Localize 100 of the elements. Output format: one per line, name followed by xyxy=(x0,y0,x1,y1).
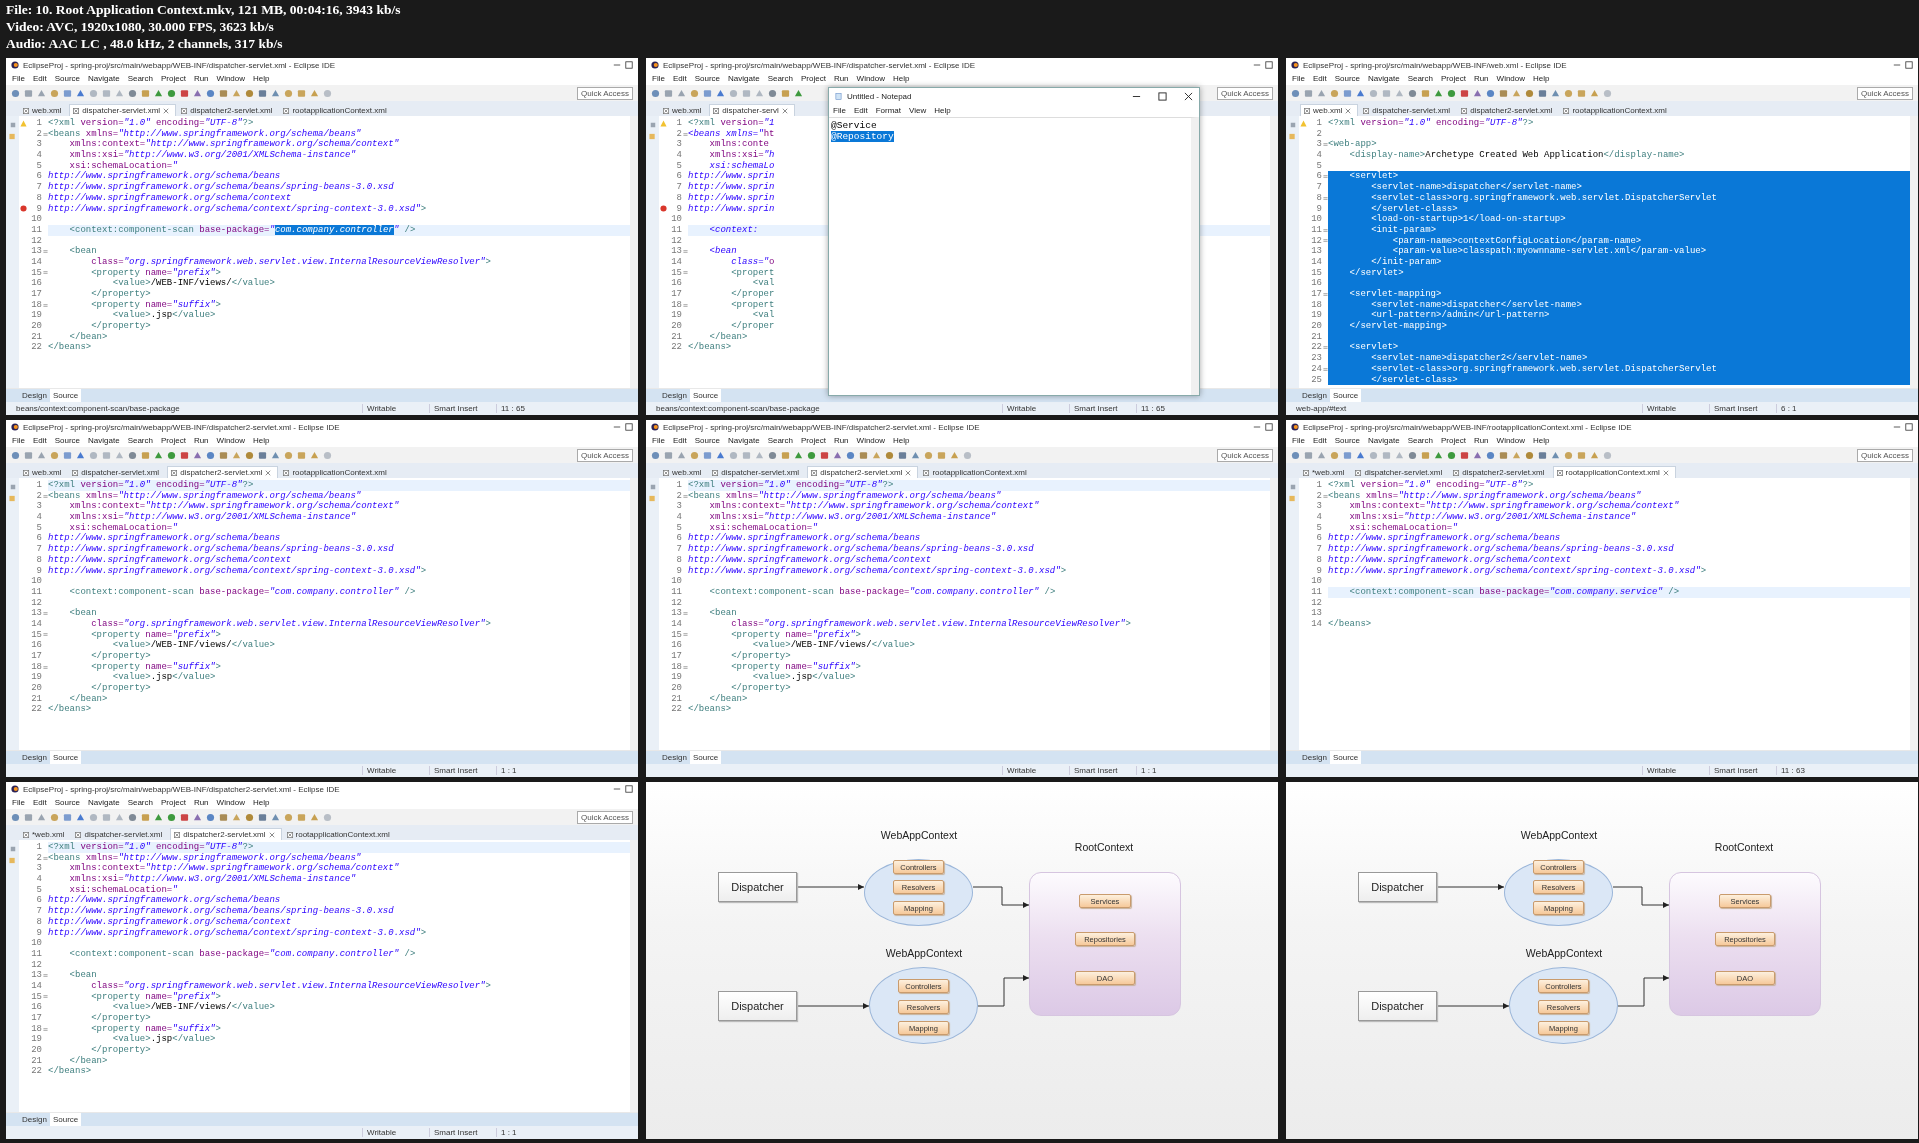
fold-icon[interactable] xyxy=(682,249,688,255)
fold-icon[interactable] xyxy=(682,664,688,670)
text-area[interactable]: @Service @Repository xyxy=(829,117,1199,395)
editor-tab[interactable]: dispatcher2-servlet.xml xyxy=(167,466,279,478)
menu-item[interactable]: Project xyxy=(1441,74,1466,83)
menu-item[interactable]: Source xyxy=(54,436,81,445)
menu-item[interactable]: Source xyxy=(54,798,81,807)
menu-item[interactable]: Navigate xyxy=(1368,436,1400,445)
editor-tab[interactable]: dispatcher-servlet.xml xyxy=(709,467,806,478)
editor-tab[interactable]: web.xml xyxy=(20,105,68,116)
fold-icon[interactable] xyxy=(42,855,48,861)
fold-icon[interactable] xyxy=(1322,238,1328,244)
menu-item[interactable]: Help xyxy=(253,436,270,445)
fold-icon[interactable] xyxy=(682,302,688,308)
editor-tab[interactable]: dispatcher2-servlet.xml xyxy=(1450,467,1551,478)
fold-icon[interactable] xyxy=(1322,227,1328,233)
quick-access-field[interactable]: Quick Access xyxy=(577,810,633,824)
editor-tab[interactable]: dispatcher-servlet.xml xyxy=(1352,467,1449,478)
mode-tab[interactable]: Design xyxy=(19,389,50,402)
editor-tab[interactable]: dispatcher2-servlet.xml xyxy=(1458,105,1559,116)
menu-item[interactable]: Help xyxy=(253,74,270,83)
editor-tab[interactable]: dispatcher2-servlet.xml xyxy=(178,105,279,116)
menu-item[interactable]: Navigate xyxy=(88,74,120,83)
menu-item[interactable]: Navigate xyxy=(728,74,760,83)
fold-icon[interactable] xyxy=(42,302,48,308)
menu-item[interactable]: Source xyxy=(1334,74,1361,83)
fold-icon[interactable] xyxy=(682,611,688,617)
editor-tab[interactable]: rootapplicationContext.xml xyxy=(1560,105,1673,116)
maximize-icon[interactable] xyxy=(1265,61,1273,69)
fold-icon[interactable] xyxy=(1322,345,1328,351)
menu-item[interactable]: Search xyxy=(127,74,153,83)
menu-item[interactable]: Edit xyxy=(1312,436,1327,445)
fold-icon[interactable] xyxy=(1322,493,1328,499)
menu-item[interactable]: Search xyxy=(1407,436,1433,445)
menu-item[interactable]: Help xyxy=(1533,436,1550,445)
menu-item[interactable]: Search xyxy=(1407,74,1433,83)
mode-tab[interactable]: Source xyxy=(689,389,722,402)
menu-item[interactable]: Window xyxy=(856,74,886,83)
close-icon[interactable] xyxy=(1184,91,1193,101)
mode-tab[interactable]: Source xyxy=(49,1113,82,1126)
mode-tab[interactable]: Source xyxy=(689,751,722,764)
fold-icon[interactable] xyxy=(1322,142,1328,148)
menu-item[interactable]: File xyxy=(12,436,25,445)
quick-access-field[interactable]: Quick Access xyxy=(1217,86,1273,100)
menu-item[interactable]: Help xyxy=(253,798,270,807)
mode-tab[interactable]: Design xyxy=(19,751,50,764)
fold-icon[interactable] xyxy=(682,131,688,137)
menu-item[interactable]: Format xyxy=(875,106,902,115)
fold-icon[interactable] xyxy=(1322,366,1328,372)
menu-item[interactable]: Run xyxy=(833,74,849,83)
menu-item[interactable]: File xyxy=(1292,74,1305,83)
menu-item[interactable]: Help xyxy=(893,436,910,445)
editor-tab[interactable]: dispatcher2-servlet.xml xyxy=(807,466,919,478)
menu-item[interactable]: Run xyxy=(193,798,209,807)
menu-item[interactable]: Search xyxy=(127,436,153,445)
editor-tab[interactable]: rootapplicationContext.xml xyxy=(280,105,393,116)
fold-icon[interactable] xyxy=(42,632,48,638)
menu-item[interactable]: Window xyxy=(216,74,246,83)
menu-item[interactable]: Help xyxy=(1533,74,1550,83)
mode-tab[interactable]: Design xyxy=(659,751,690,764)
editor-tab[interactable]: rootapplicationContext.xml xyxy=(920,467,1033,478)
maximize-icon[interactable] xyxy=(1265,423,1273,431)
mode-tab[interactable]: Source xyxy=(1329,751,1362,764)
maximize-icon[interactable] xyxy=(1905,423,1913,431)
fold-icon[interactable] xyxy=(682,493,688,499)
menu-item[interactable]: Edit xyxy=(32,436,47,445)
menu-item[interactable]: Edit xyxy=(853,106,868,115)
menu-item[interactable]: Run xyxy=(1473,74,1489,83)
mode-tab[interactable]: Design xyxy=(1299,751,1330,764)
menu-item[interactable]: Source xyxy=(1334,436,1361,445)
editor-tab[interactable]: *web.xml xyxy=(20,829,71,840)
menu-item[interactable]: Run xyxy=(1473,436,1489,445)
menu-item[interactable]: Edit xyxy=(672,74,687,83)
menu-item[interactable]: Help xyxy=(934,106,951,115)
menu-item[interactable]: Source xyxy=(54,74,81,83)
mode-tab[interactable]: Source xyxy=(49,389,82,402)
mode-tab[interactable]: Source xyxy=(1329,389,1362,402)
menu-item[interactable]: File xyxy=(833,106,846,115)
menu-item[interactable]: Source xyxy=(694,436,721,445)
maximize-icon[interactable] xyxy=(625,423,633,431)
menu-item[interactable]: Project xyxy=(1441,436,1466,445)
editor-tab[interactable]: web.xml xyxy=(1300,104,1359,116)
menu-item[interactable]: File xyxy=(12,74,25,83)
menu-item[interactable]: Project xyxy=(161,74,186,83)
quick-access-field[interactable]: Quick Access xyxy=(577,448,633,462)
menu-item[interactable]: Window xyxy=(856,436,886,445)
fold-icon[interactable] xyxy=(42,973,48,979)
editor-tab[interactable]: dispatcher2-servlet.xml xyxy=(170,828,282,840)
fold-icon[interactable] xyxy=(42,270,48,276)
menu-item[interactable]: Source xyxy=(694,74,721,83)
menu-item[interactable]: Navigate xyxy=(88,436,120,445)
menu-item[interactable]: Edit xyxy=(32,798,47,807)
mode-tab[interactable]: Design xyxy=(1299,389,1330,402)
menu-item[interactable]: Search xyxy=(767,74,793,83)
menu-item[interactable]: Project xyxy=(161,798,186,807)
menu-item[interactable]: Navigate xyxy=(728,436,760,445)
maximize-icon[interactable] xyxy=(1905,61,1913,69)
menu-item[interactable]: Run xyxy=(193,436,209,445)
fold-icon[interactable] xyxy=(1322,291,1328,297)
menu-item[interactable]: Window xyxy=(216,798,246,807)
